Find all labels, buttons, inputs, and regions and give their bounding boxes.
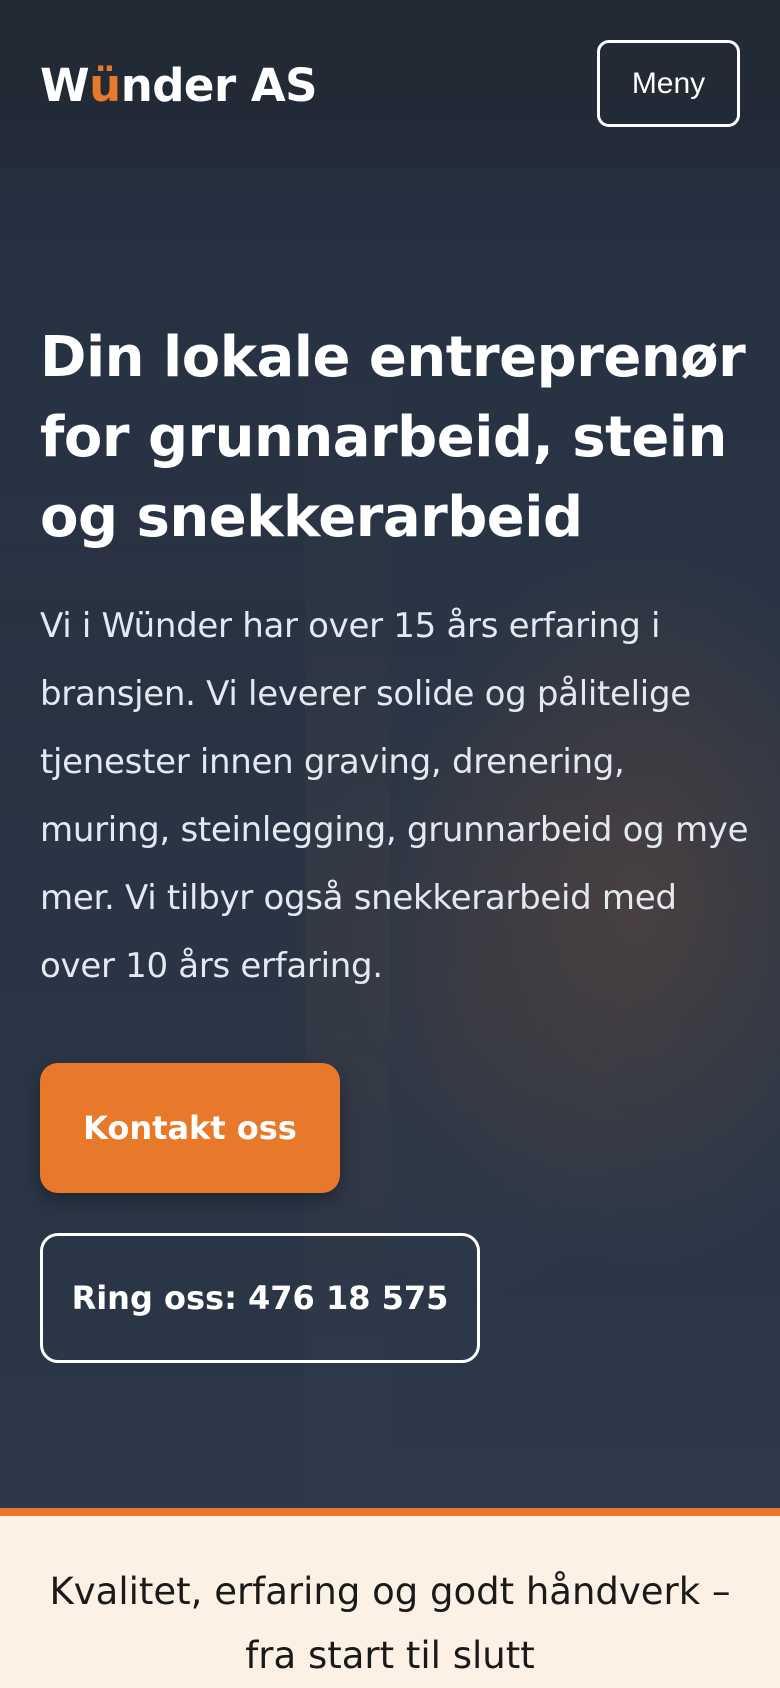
page: Wünder AS Meny Din lokale entreprenør fo… bbox=[0, 0, 780, 1688]
tagline-section: Kvalitet, erfaring og godt håndverk – fr… bbox=[0, 1516, 780, 1688]
accent-divider bbox=[0, 1508, 780, 1516]
hero-section: Wünder AS Meny Din lokale entreprenør fo… bbox=[0, 0, 780, 1508]
contact-button[interactable]: Kontakt oss bbox=[40, 1063, 340, 1193]
hero-title: Din lokale entreprenør for grunnarbeid, … bbox=[40, 325, 746, 550]
logo[interactable]: Wünder AS bbox=[40, 58, 318, 114]
menu-button[interactable]: Meny bbox=[597, 40, 740, 127]
hero-description: Vi i Wünder har over 15 års erfaring i b… bbox=[40, 606, 749, 986]
tagline-heading: Kvalitet, erfaring og godt håndverk – fr… bbox=[49, 1570, 731, 1677]
logo-text-suffix: nder AS bbox=[120, 59, 318, 112]
site-header: Wünder AS Meny bbox=[0, 0, 780, 168]
logo-text-prefix: W bbox=[40, 59, 90, 112]
logo-text-accent: ü bbox=[89, 59, 121, 112]
call-button[interactable]: Ring oss: 476 18 575 bbox=[40, 1233, 480, 1363]
